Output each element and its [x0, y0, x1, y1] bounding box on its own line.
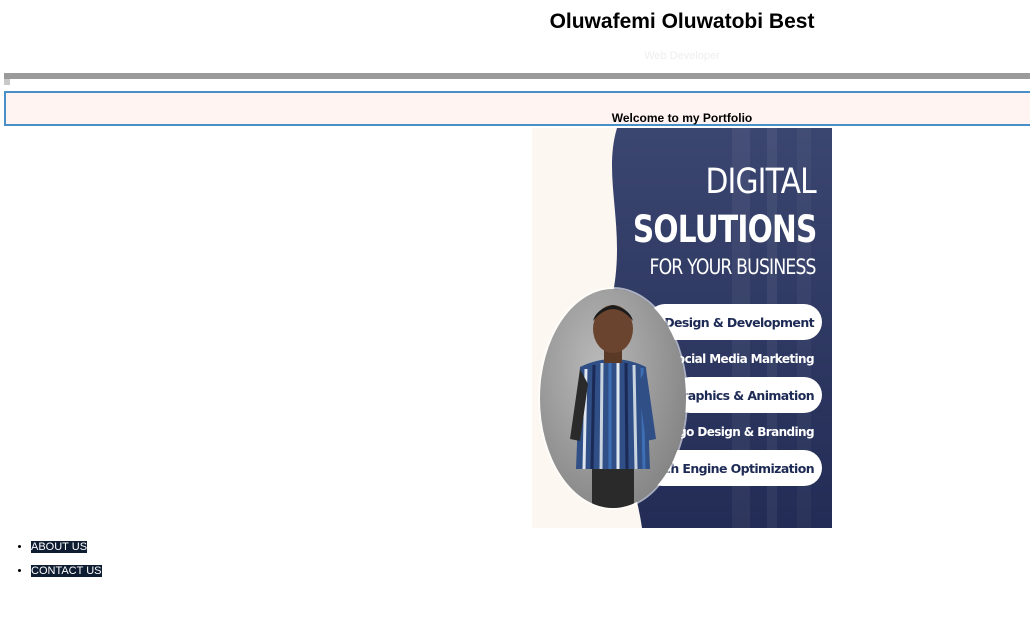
banner-heading-line2: SOLUTIONS [632, 208, 816, 251]
page-subtitle: Web Developer [644, 50, 720, 62]
nav-item-contact: CONTACT US [31, 562, 102, 586]
nav-item-about: ABOUT US [31, 538, 102, 562]
horizontal-rule-shadow [4, 79, 10, 85]
nav-list: ABOUT US CONTACT US [0, 538, 102, 586]
page-title: Oluwafemi Oluwatobi Best [549, 10, 815, 33]
about-us-link[interactable]: ABOUT US [31, 541, 88, 553]
portrait-photo [540, 289, 686, 508]
portfolio-banner-image: DIGITAL SOLUTIONS FOR YOUR BUSINESS Web … [532, 128, 832, 528]
service-graphics: Graphics & Animation [672, 377, 822, 413]
contact-us-link[interactable]: CONTACT US [31, 565, 102, 577]
service-web-design: Web Design & Development [632, 304, 822, 340]
welcome-marquee [4, 91, 1030, 126]
welcome-text: Welcome to my Portfolio [611, 111, 753, 125]
horizontal-rule [4, 73, 1030, 79]
banner-heading-line1: DIGITAL [705, 162, 817, 202]
banner-heading-line3: FOR YOUR BUSINESS [649, 255, 817, 279]
person-silhouette [570, 305, 656, 508]
